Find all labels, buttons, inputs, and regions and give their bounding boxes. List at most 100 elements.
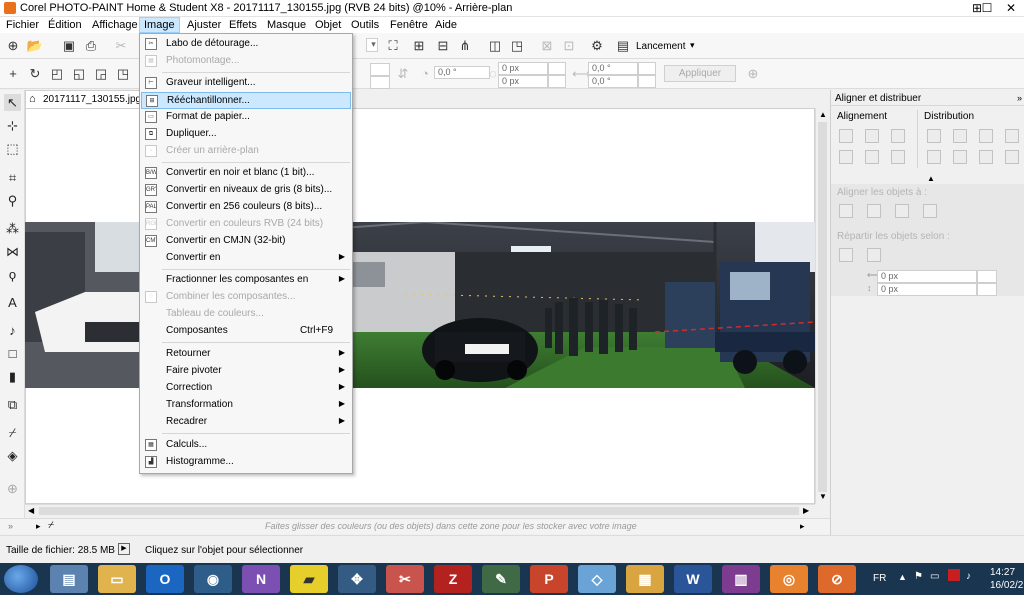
menu-graveur-intelligent[interactable]: ⊢ Graveur intelligent... [141, 75, 351, 92]
fill-tool-icon[interactable]: ◈ [4, 447, 21, 464]
text-tool-icon[interactable]: A [4, 294, 21, 311]
docker-expand-icon[interactable]: » [1017, 93, 1022, 103]
shape-tool-icon[interactable]: □ [4, 345, 21, 362]
menu-objet[interactable]: Objet [311, 17, 345, 33]
status-play-icon[interactable]: ▶ [118, 543, 130, 555]
spacing-h-spinner[interactable] [977, 270, 997, 283]
offset-y-spinner[interactable] [548, 75, 566, 88]
file-explorer-icon[interactable]: ▭ [98, 565, 136, 593]
perspective-tool-icon[interactable]: ⋈ [4, 243, 21, 260]
app-icon[interactable]: ◎ [770, 565, 808, 593]
nvu-icon[interactable]: N [242, 565, 280, 593]
distribute-top-icon[interactable] [927, 150, 941, 164]
language-indicator[interactable]: FR [873, 573, 886, 584]
rulers-icon[interactable]: ⊞ [410, 37, 428, 55]
spin-b[interactable] [370, 76, 390, 89]
menu-image[interactable]: Image [139, 17, 180, 33]
grid-icon[interactable]: ⊟ [434, 37, 452, 55]
clone-tool-icon[interactable]: ⧉ [4, 396, 21, 413]
close-window-button[interactable]: ✕ [1000, 0, 1022, 16]
lasso-tool-icon[interactable]: ϙ [4, 266, 21, 283]
offset-y-input[interactable]: 0 px [498, 75, 548, 88]
tray-antivirus-icon[interactable] [948, 569, 960, 581]
menu-256-couleurs[interactable]: PAL Convertir en 256 couleurs (8 bits)... [141, 199, 351, 216]
align-center-h-icon[interactable] [865, 129, 879, 143]
open-folder-icon[interactable]: 📂 [26, 37, 44, 55]
spin-a[interactable] [370, 63, 390, 76]
menu-masque[interactable]: Masque [263, 17, 310, 33]
menu-fichier[interactable]: Fichier [2, 17, 43, 33]
menu-convertir-en[interactable]: Convertir en ▶ [141, 250, 351, 267]
eyedropper-small-icon[interactable]: ⌿ [48, 520, 54, 531]
options-gear-icon[interactable]: ⚙ [588, 37, 606, 55]
eyedropper-tool-icon[interactable]: ⌿ [4, 424, 21, 441]
horizontal-scrollbar[interactable]: ◀ ▶ [25, 504, 815, 517]
skew-v-input[interactable]: 0,0 ° [588, 75, 638, 88]
menu-niveaux-gris[interactable]: GRYConvertir en niveaux de gris (8 bits)… [141, 182, 351, 199]
spread-spacing-icon[interactable] [867, 248, 881, 262]
object-picker-icon[interactable]: ⊡ [560, 37, 578, 55]
distribute-spacing-h-icon[interactable] [1005, 129, 1019, 143]
add-icon[interactable]: + [4, 65, 22, 83]
menu-ajuster[interactable]: Ajuster [183, 17, 225, 33]
launch-icon[interactable]: ▤ [614, 37, 632, 55]
align-to-page-icon[interactable] [867, 204, 881, 218]
tray-network-icon[interactable]: ▭ [930, 571, 939, 582]
launch-dropdown-icon[interactable]: ▾ [690, 40, 695, 51]
menu-effets[interactable]: Effets [225, 17, 261, 33]
align-top-icon[interactable] [839, 150, 853, 164]
app2-icon[interactable]: ⊘ [818, 565, 856, 593]
align-bottom-icon[interactable] [891, 150, 905, 164]
menu-calculs[interactable]: ▦ Calculs... [141, 437, 351, 454]
lock-ratio-icon[interactable]: ⇵ [394, 65, 412, 83]
offset-x-spinner[interactable] [548, 62, 566, 75]
distribute-center-icon[interactable] [953, 129, 967, 143]
align-to-grid-icon[interactable] [923, 204, 937, 218]
menu-format-papier[interactable]: ▭ Format de papier... [141, 109, 351, 126]
tray-speaker-icon[interactable]: ♪ [966, 571, 971, 582]
menu-aide[interactable]: Aide [431, 17, 461, 33]
menu-dupliquer[interactable]: ⧉ Dupliquer... [141, 126, 351, 143]
tray-up-icon[interactable]: ▲ [898, 572, 907, 582]
mask-overlay-icon[interactable]: ◫ [486, 37, 504, 55]
launch-label[interactable]: Lancement [636, 41, 685, 52]
filezilla-icon[interactable]: Z [434, 565, 472, 593]
distribute-bottom-icon[interactable] [979, 150, 993, 164]
menu-labo-detourage[interactable]: ✂ Labo de détourage... [141, 36, 351, 53]
menu-composantes[interactable]: Composantes Ctrl+F9 [141, 323, 351, 340]
tray-play-icon[interactable]: ▸ [36, 521, 41, 532]
menu-reechantillonner[interactable]: ⊞ Rééchantillonner... [141, 92, 351, 109]
skew-h-input[interactable]: 0,0 ° [588, 62, 638, 75]
chrome-icon[interactable]: ◉ [194, 565, 232, 593]
photo-paint-icon[interactable]: ✎ [482, 565, 520, 593]
full-screen-icon[interactable]: ⛶ [384, 37, 402, 55]
powerpoint-icon[interactable]: P [530, 565, 568, 593]
scale-icon[interactable]: ◰ [48, 65, 66, 83]
cut-icon[interactable]: ✂ [112, 37, 130, 55]
outlook-icon[interactable]: O [146, 565, 184, 593]
expand-icon[interactable]: » [8, 521, 13, 531]
align-to-center-icon[interactable] [895, 204, 909, 218]
red-eye-tool-icon[interactable]: ⁂ [4, 220, 21, 237]
project-icon[interactable]: ▦ [626, 565, 664, 593]
spread-extent-icon[interactable] [839, 248, 853, 262]
guides-icon[interactable]: ⋔ [456, 37, 474, 55]
mask-transform-icon[interactable]: ⊹ [4, 117, 21, 134]
apply-button[interactable]: Appliquer [664, 65, 736, 82]
tray-scroll-right-icon[interactable]: ▸ [800, 521, 805, 532]
calculator-icon[interactable]: ▤ [50, 565, 88, 593]
crop-tool-icon[interactable]: ⌗ [4, 169, 21, 186]
perspective-icon[interactable]: ◳ [114, 65, 132, 83]
maximize-button[interactable]: ☐ [976, 0, 998, 16]
rectangle-mask-icon[interactable]: ⬚ [4, 140, 21, 157]
word-icon[interactable]: W [674, 565, 712, 593]
menu-recadrer[interactable]: Recadrer ▶ [141, 414, 351, 431]
scroll-right-icon[interactable]: ▶ [803, 506, 809, 515]
paint-tool-icon[interactable]: ♪ [4, 322, 21, 339]
skew-h-spinner[interactable] [638, 62, 656, 75]
menu-affichage[interactable]: Affichage [88, 17, 142, 33]
collapse-arrow-icon[interactable]: ▲ [927, 174, 935, 183]
distribute-right-icon[interactable] [979, 129, 993, 143]
tray-flag-icon[interactable]: ⚑ [914, 571, 923, 582]
menu-cmjn[interactable]: CMYConvertir en CMJN (32-bit) [141, 233, 351, 250]
